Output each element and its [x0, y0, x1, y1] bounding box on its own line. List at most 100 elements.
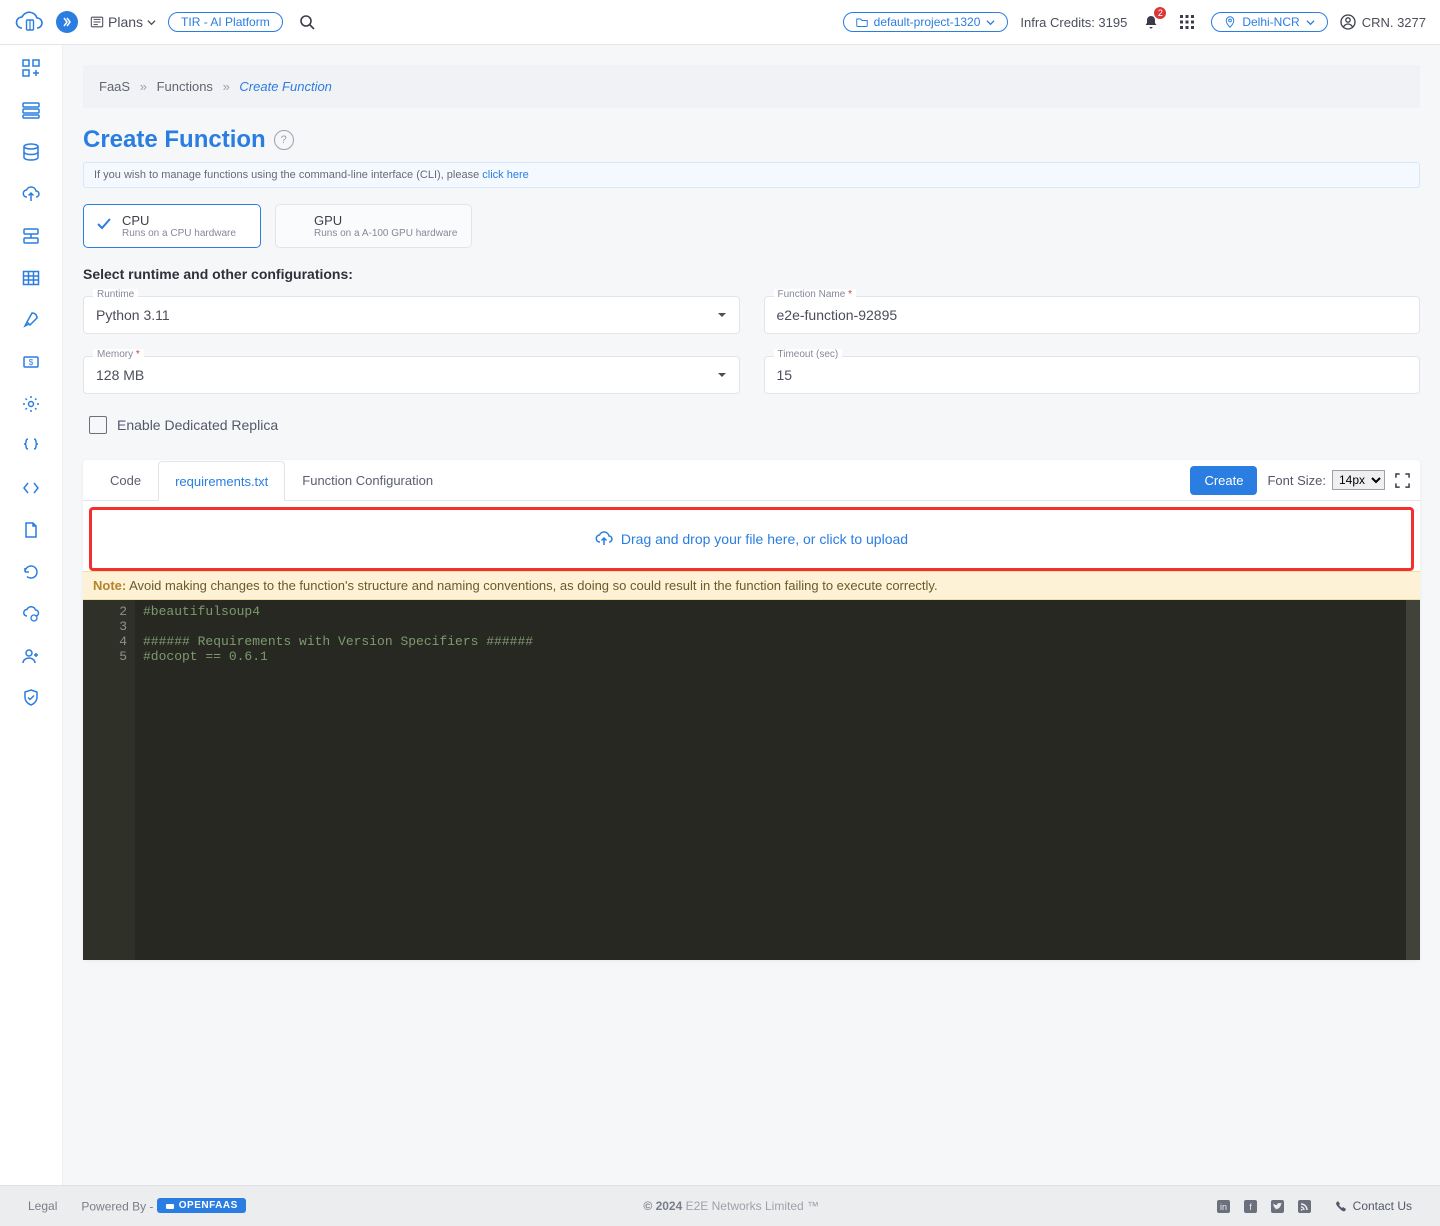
tab-code[interactable]: Code: [93, 460, 158, 500]
sidebar: $: [0, 45, 63, 1185]
cpu-card[interactable]: CPU Runs on a CPU hardware: [83, 204, 261, 248]
timeout-input[interactable]: [764, 356, 1421, 394]
crn-account[interactable]: CRN. 3277: [1340, 14, 1426, 30]
function-name-input[interactable]: [764, 296, 1421, 334]
twitter-icon[interactable]: [1271, 1200, 1284, 1213]
code-editor[interactable]: 2345 #beautifulsoup4 ###### Requirements…: [83, 600, 1420, 960]
braces-icon[interactable]: [20, 435, 42, 457]
search-icon: [299, 14, 315, 30]
checkbox-icon[interactable]: [89, 416, 107, 434]
breadcrumb-faas[interactable]: FaaS: [99, 79, 130, 94]
logo-icon: [14, 11, 44, 33]
facebook-icon[interactable]: f: [1244, 1200, 1257, 1213]
linkedin-icon[interactable]: in: [1217, 1200, 1230, 1213]
breadcrumb-functions[interactable]: Functions: [157, 79, 213, 94]
tab-configuration[interactable]: Function Configuration: [285, 460, 450, 500]
check-icon: [96, 215, 112, 231]
gutter: 2345: [83, 600, 135, 960]
cpu-title: CPU: [122, 213, 236, 228]
runtime-label: Runtime: [93, 289, 138, 300]
replica-checkbox-row[interactable]: Enable Dedicated Replica: [89, 416, 1420, 434]
notif-badge: 2: [1154, 7, 1166, 19]
shield-icon[interactable]: [20, 687, 42, 709]
nodes-icon[interactable]: [20, 99, 42, 121]
phone-icon: [1335, 1200, 1347, 1212]
footer: Legal Powered By - OPENFAAS © 2024 E2E N…: [0, 1185, 1440, 1226]
chevron-down-icon: [986, 18, 995, 27]
apps-grid-button[interactable]: [1175, 10, 1199, 34]
function-name-field[interactable]: Function Name *: [764, 296, 1421, 334]
gpu-sub: Runs on a A-100 GPU hardware: [314, 228, 457, 239]
tab-requirements[interactable]: requirements.txt: [158, 461, 285, 501]
breadcrumb-current: Create Function: [239, 79, 332, 94]
topbar: Plans TIR - AI Platform default-project-…: [0, 0, 1440, 45]
upload-dropzone[interactable]: Drag and drop your file here, or click t…: [89, 507, 1414, 571]
add-user-icon[interactable]: [20, 645, 42, 667]
region-selector[interactable]: Delhi-NCR: [1211, 12, 1327, 32]
runtime-value: Python 3.11: [96, 307, 170, 323]
code-icon[interactable]: [20, 477, 42, 499]
infra-credits: Infra Credits: 3195: [1020, 15, 1127, 30]
plans-menu[interactable]: Plans: [90, 14, 156, 30]
scrollbar[interactable]: [1406, 600, 1420, 960]
social-icons: in f: [1217, 1200, 1311, 1213]
project-selector[interactable]: default-project-1320: [843, 12, 1009, 32]
svg-text:in: in: [1220, 1202, 1227, 1212]
note-bar: Note: Avoid making changes to the functi…: [83, 571, 1420, 600]
dashboard-icon[interactable]: [20, 57, 42, 79]
chevron-down-icon: [717, 370, 727, 380]
cloud-upload-icon: [595, 530, 613, 548]
svg-text:$: $: [29, 358, 34, 367]
breadcrumb: FaaS » Functions » Create Function: [83, 65, 1420, 108]
footer-legal[interactable]: Legal: [28, 1199, 57, 1213]
pipeline-icon[interactable]: [20, 225, 42, 247]
fontsize-control: Font Size: 14px: [1267, 470, 1385, 490]
section-label: Select runtime and other configurations:: [83, 266, 1420, 282]
footer-copy: © 2024 E2E Networks Limited ™: [643, 1199, 819, 1213]
notifications-button[interactable]: 2: [1139, 10, 1163, 34]
replica-label: Enable Dedicated Replica: [117, 417, 278, 433]
tir-ai-platform-chip[interactable]: TIR - AI Platform: [168, 12, 283, 32]
contact-us[interactable]: Contact Us: [1335, 1199, 1412, 1213]
cpu-sub: Runs on a CPU hardware: [122, 228, 236, 239]
chevron-down-icon: [147, 18, 156, 27]
cli-link[interactable]: click here: [482, 169, 528, 181]
gpu-title: GPU: [314, 213, 457, 228]
memory-field[interactable]: Memory * 128 MB: [83, 356, 740, 394]
cloud-lock-icon[interactable]: [20, 603, 42, 625]
folder-icon: [856, 16, 868, 28]
search-button[interactable]: [295, 10, 319, 34]
chevron-down-icon: [717, 310, 727, 320]
refresh-icon[interactable]: [20, 561, 42, 583]
openfaas-icon: [165, 1201, 175, 1211]
create-button[interactable]: Create: [1190, 466, 1257, 495]
openfaas-badge[interactable]: OPENFAAS: [157, 1198, 246, 1213]
settings-icon[interactable]: [20, 393, 42, 415]
rss-icon[interactable]: [1298, 1200, 1311, 1213]
help-icon[interactable]: ?: [274, 130, 294, 150]
cli-note: If you wish to manage functions using th…: [83, 162, 1420, 188]
timeout-field[interactable]: Timeout (sec): [764, 356, 1421, 394]
runtime-field[interactable]: Runtime Python 3.11: [83, 296, 740, 334]
page-title: Create Function: [83, 126, 266, 154]
memory-value: 128 MB: [96, 367, 144, 383]
gpu-card[interactable]: GPU Runs on a A-100 GPU hardware: [275, 204, 472, 248]
rocket-icon[interactable]: [20, 309, 42, 331]
fontsize-select[interactable]: 14px: [1332, 470, 1385, 490]
database-icon[interactable]: [20, 141, 42, 163]
billing-icon[interactable]: $: [20, 351, 42, 373]
location-icon: [1224, 16, 1236, 28]
grid-icon: [1179, 14, 1195, 30]
tabbar: Code requirements.txt Function Configura…: [83, 460, 1420, 501]
fullscreen-button[interactable]: [1395, 473, 1410, 488]
file-icon[interactable]: [20, 519, 42, 541]
expand-nav-button[interactable]: [56, 11, 78, 33]
cloud-upload-icon[interactable]: [20, 183, 42, 205]
main: FaaS » Functions » Create Function Creat…: [63, 45, 1440, 1185]
table-icon[interactable]: [20, 267, 42, 289]
footer-powered: Powered By - OPENFAAS: [81, 1198, 245, 1214]
chevron-down-icon: [1306, 18, 1315, 27]
code-lines[interactable]: #beautifulsoup4 ###### Requirements with…: [135, 600, 1420, 960]
plans-label: Plans: [108, 14, 143, 30]
editor-panel: Code requirements.txt Function Configura…: [83, 460, 1420, 960]
